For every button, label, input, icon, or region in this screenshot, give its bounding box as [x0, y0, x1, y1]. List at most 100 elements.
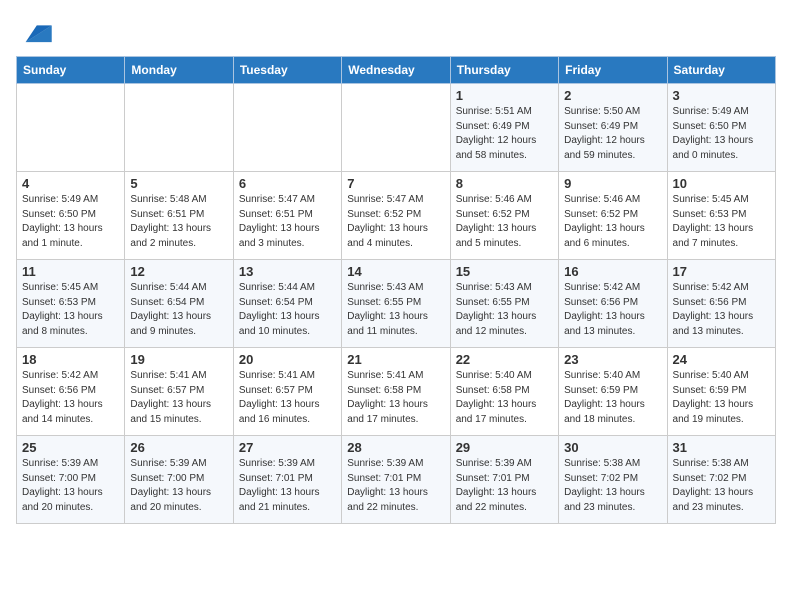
day-info: Sunrise: 5:39 AMSunset: 7:01 PMDaylight:… [347, 457, 444, 515]
weekday-header-wednesday: Wednesday [342, 57, 450, 84]
weekday-header-sunday: Sunday [17, 57, 125, 84]
calendar-cell: 20 Sunrise: 5:41 AMSunset: 6:57 PMDayligh… [233, 348, 341, 436]
day-number: 11 [22, 264, 119, 279]
day-info: Sunrise: 5:46 AMSunset: 6:52 PMDaylight:… [564, 193, 661, 251]
day-info: Sunrise: 5:48 AMSunset: 6:51 PMDaylight:… [130, 193, 227, 251]
calendar-cell: 15Sunrise: 5:43 AMSunset: 6:55 PMDayligh… [450, 260, 558, 348]
day-info: Sunrise: 5:45 AMSunset: 6:53 PMDaylight:… [22, 281, 119, 339]
day-info: Sunrise: 5:49 AMSunset: 6:50 PMDaylight:… [22, 193, 119, 251]
day-info: Sunrise: 5:44 AMSunset: 6:54 PMDaylight:… [239, 281, 336, 339]
calendar-cell: 23 Sunrise: 5:40 AMSunset: 6:59 PMDayligh… [559, 348, 667, 436]
day-info: Sunrise: 5:41 AMSunset: 6:57 PMDaylight:… [130, 369, 227, 427]
day-info: Sunrise: 5:42 AMSunset: 6:56 PMDaylight:… [673, 281, 770, 339]
day-number: 24 [673, 352, 770, 367]
day-info: Sunrise: 5:42 AMSunset: 6:56 PMDaylight:… [564, 281, 661, 339]
day-number: 14 [347, 264, 444, 279]
day-number: 25 [22, 440, 119, 455]
calendar-cell [342, 84, 450, 172]
day-info: Sunrise: 5:47 AMSunset: 6:51 PMDaylight:… [239, 193, 336, 251]
calendar-cell [125, 84, 233, 172]
calendar-cell: 4Sunrise: 5:49 AMSunset: 6:50 PMDaylight… [17, 172, 125, 260]
calendar-cell: 30 Sunrise: 5:38 AMSunset: 7:02 PMDayligh… [559, 436, 667, 524]
calendar-cell: 12Sunrise: 5:44 AMSunset: 6:54 PMDayligh… [125, 260, 233, 348]
calendar-cell: 11 Sunrise: 5:45 AMSunset: 6:53 PMDayligh… [17, 260, 125, 348]
day-number: 18 [22, 352, 119, 367]
calendar-cell: 17 Sunrise: 5:42 AMSunset: 6:56 PMDayligh… [667, 260, 775, 348]
day-info: Sunrise: 5:40 AMSunset: 6:58 PMDaylight:… [456, 369, 553, 427]
calendar-cell [17, 84, 125, 172]
day-info: Sunrise: 5:47 AMSunset: 6:52 PMDaylight:… [347, 193, 444, 251]
day-number: 1 [456, 88, 553, 103]
weekday-header-thursday: Thursday [450, 57, 558, 84]
day-number: 2 [564, 88, 661, 103]
day-info: Sunrise: 5:41 AMSunset: 6:57 PMDaylight:… [239, 369, 336, 427]
calendar-cell: 6Sunrise: 5:47 AMSunset: 6:51 PMDaylight… [233, 172, 341, 260]
day-number: 9 [564, 176, 661, 191]
calendar-cell: 28 Sunrise: 5:39 AMSunset: 7:01 PMDayligh… [342, 436, 450, 524]
day-info: Sunrise: 5:39 AMSunset: 7:01 PMDaylight:… [239, 457, 336, 515]
day-number: 19 [130, 352, 227, 367]
calendar-cell: 16 Sunrise: 5:42 AMSunset: 6:56 PMDayligh… [559, 260, 667, 348]
day-number: 10 [673, 176, 770, 191]
calendar-cell: 3Sunrise: 5:49 AMSunset: 6:50 PMDaylight… [667, 84, 775, 172]
day-number: 28 [347, 440, 444, 455]
day-info: Sunrise: 5:41 AMSunset: 6:58 PMDaylight:… [347, 369, 444, 427]
calendar-table: SundayMondayTuesdayWednesdayThursdayFrid… [16, 56, 776, 524]
day-number: 20 [239, 352, 336, 367]
day-info: Sunrise: 5:40 AMSunset: 6:59 PMDaylight:… [564, 369, 661, 427]
calendar-cell: 24 Sunrise: 5:40 AMSunset: 6:59 PMDayligh… [667, 348, 775, 436]
day-number: 16 [564, 264, 661, 279]
calendar-cell: 19 Sunrise: 5:41 AMSunset: 6:57 PMDayligh… [125, 348, 233, 436]
weekday-header-friday: Friday [559, 57, 667, 84]
page-header [16, 16, 776, 44]
day-info: Sunrise: 5:39 AMSunset: 7:01 PMDaylight:… [456, 457, 553, 515]
weekday-header-saturday: Saturday [667, 57, 775, 84]
calendar-cell: 13 Sunrise: 5:44 AMSunset: 6:54 PMDayligh… [233, 260, 341, 348]
calendar-week-5: 25 Sunrise: 5:39 AMSunset: 7:00 PMDayligh… [17, 436, 776, 524]
calendar-cell: 14 Sunrise: 5:43 AMSunset: 6:55 PMDayligh… [342, 260, 450, 348]
calendar-week-3: 11 Sunrise: 5:45 AMSunset: 6:53 PMDayligh… [17, 260, 776, 348]
weekday-header-tuesday: Tuesday [233, 57, 341, 84]
calendar-cell: 1 Sunrise: 5:51 AMSunset: 6:49 PMDaylight… [450, 84, 558, 172]
calendar-cell [233, 84, 341, 172]
day-info: Sunrise: 5:51 AMSunset: 6:49 PMDaylight:… [456, 105, 553, 163]
calendar-cell: 21 Sunrise: 5:41 AMSunset: 6:58 PMDayligh… [342, 348, 450, 436]
day-number: 7 [347, 176, 444, 191]
day-number: 15 [456, 264, 553, 279]
day-number: 29 [456, 440, 553, 455]
weekday-header-monday: Monday [125, 57, 233, 84]
day-info: Sunrise: 5:39 AMSunset: 7:00 PMDaylight:… [22, 457, 119, 515]
day-number: 30 [564, 440, 661, 455]
day-number: 23 [564, 352, 661, 367]
day-number: 22 [456, 352, 553, 367]
day-info: Sunrise: 5:42 AMSunset: 6:56 PMDaylight:… [22, 369, 119, 427]
day-number: 13 [239, 264, 336, 279]
calendar-week-1: 1 Sunrise: 5:51 AMSunset: 6:49 PMDaylight… [17, 84, 776, 172]
day-number: 17 [673, 264, 770, 279]
day-number: 31 [673, 440, 770, 455]
day-info: Sunrise: 5:44 AMSunset: 6:54 PMDaylight:… [130, 281, 227, 339]
calendar-cell: 8Sunrise: 5:46 AMSunset: 6:52 PMDaylight… [450, 172, 558, 260]
calendar-header: SundayMondayTuesdayWednesdayThursdayFrid… [17, 57, 776, 84]
day-info: Sunrise: 5:38 AMSunset: 7:02 PMDaylight:… [673, 457, 770, 515]
day-number: 5 [130, 176, 227, 191]
day-number: 26 [130, 440, 227, 455]
day-info: Sunrise: 5:46 AMSunset: 6:52 PMDaylight:… [456, 193, 553, 251]
day-info: Sunrise: 5:40 AMSunset: 6:59 PMDaylight:… [673, 369, 770, 427]
day-info: Sunrise: 5:45 AMSunset: 6:53 PMDaylight:… [673, 193, 770, 251]
day-info: Sunrise: 5:49 AMSunset: 6:50 PMDaylight:… [673, 105, 770, 163]
calendar-cell: 25 Sunrise: 5:39 AMSunset: 7:00 PMDayligh… [17, 436, 125, 524]
day-number: 21 [347, 352, 444, 367]
calendar-cell: 18 Sunrise: 5:42 AMSunset: 6:56 PMDayligh… [17, 348, 125, 436]
day-info: Sunrise: 5:43 AMSunset: 6:55 PMDaylight:… [347, 281, 444, 339]
day-info: Sunrise: 5:38 AMSunset: 7:02 PMDaylight:… [564, 457, 661, 515]
calendar-cell: 5 Sunrise: 5:48 AMSunset: 6:51 PMDaylight… [125, 172, 233, 260]
calendar-cell: 27Sunrise: 5:39 AMSunset: 7:01 PMDayligh… [233, 436, 341, 524]
day-info: Sunrise: 5:50 AMSunset: 6:49 PMDaylight:… [564, 105, 661, 163]
calendar-cell: 10 Sunrise: 5:45 AMSunset: 6:53 PMDayligh… [667, 172, 775, 260]
calendar-week-4: 18 Sunrise: 5:42 AMSunset: 6:56 PMDayligh… [17, 348, 776, 436]
calendar-cell: 7 Sunrise: 5:47 AMSunset: 6:52 PMDaylight… [342, 172, 450, 260]
calendar-cell: 29 Sunrise: 5:39 AMSunset: 7:01 PMDayligh… [450, 436, 558, 524]
calendar-week-2: 4Sunrise: 5:49 AMSunset: 6:50 PMDaylight… [17, 172, 776, 260]
calendar-cell: 31 Sunrise: 5:38 AMSunset: 7:02 PMDayligh… [667, 436, 775, 524]
